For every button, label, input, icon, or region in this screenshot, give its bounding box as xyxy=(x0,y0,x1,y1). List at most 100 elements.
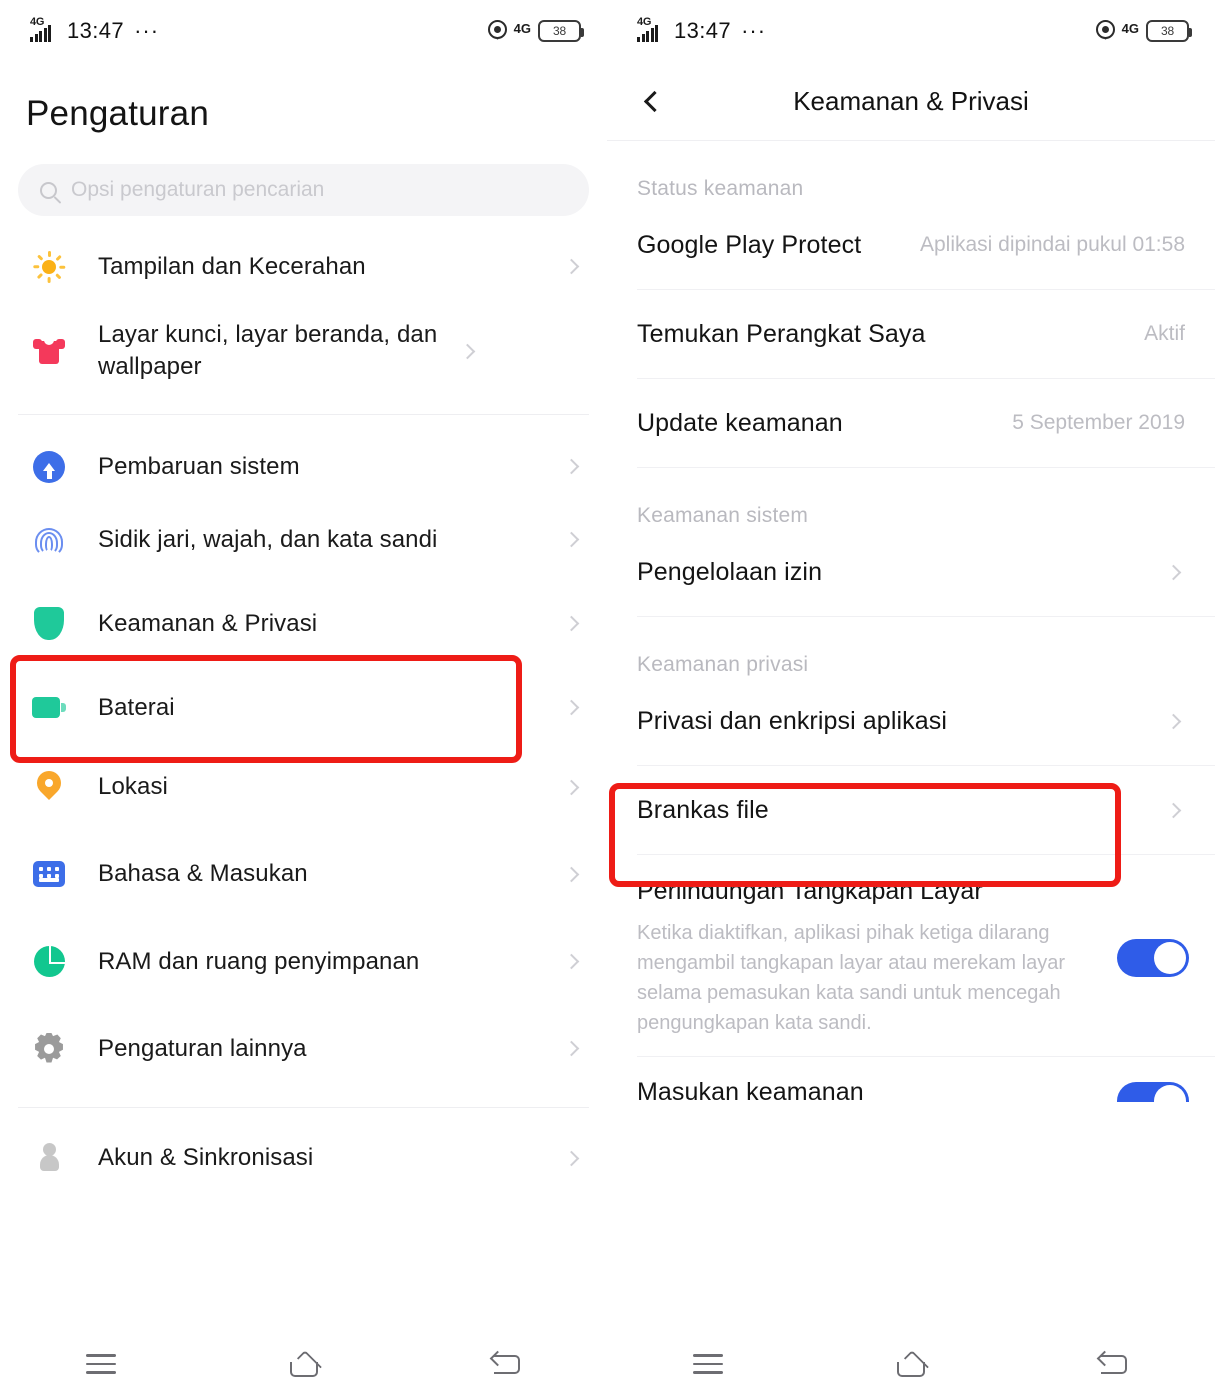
status-bar: 4G 13:47 ··· 4G 38 xyxy=(607,0,1215,62)
row-title: Temukan Perangkat Saya xyxy=(637,319,926,348)
row-brankas-file[interactable]: Brankas file xyxy=(607,766,1215,854)
screenshot-protection-toggle[interactable] xyxy=(1117,938,1189,977)
sidebar-item-baterai[interactable]: Baterai xyxy=(0,671,607,744)
toggle-knob xyxy=(1154,941,1186,974)
row-update-keamanan[interactable]: Update keamanan 5 September 2019 xyxy=(607,379,1215,467)
chevron-right-icon xyxy=(1165,713,1182,729)
status-bar-right: 4G 38 xyxy=(487,19,584,43)
sidebar-item-tampilan-dan-kecerahan[interactable]: Tampilan dan Kecerahan xyxy=(0,230,607,303)
sidebar-item-label: Pengaturan lainnya xyxy=(98,1034,307,1062)
row-title: Update keamanan xyxy=(637,408,843,437)
battery-level-label: 38 xyxy=(553,24,566,38)
back-icon[interactable] xyxy=(492,1352,522,1376)
sidebar-item-ram-penyimpanan[interactable]: RAM dan ruang penyimpanan xyxy=(0,918,607,1005)
chevron-right-icon xyxy=(563,458,580,475)
sidebar-item-label: Keamanan & Privasi xyxy=(98,609,318,637)
chevron-right-icon xyxy=(563,779,580,795)
row-temukan-perangkat-saya[interactable]: Temukan Perangkat Saya Aktif xyxy=(607,290,1215,378)
navigation-bar xyxy=(607,1331,1215,1397)
page-title: Pengaturan xyxy=(26,94,209,133)
status-bar-time: 13:47 xyxy=(674,18,732,43)
battery-icon: 38 xyxy=(1146,20,1192,42)
row-title: Brankas file xyxy=(637,795,769,824)
battery-icon: 38 xyxy=(538,20,584,42)
row-perlindungan-tangkapan-layar[interactable]: Perlindungan Tangkapan Layar Ketika diak… xyxy=(607,855,1215,1056)
location-pin-icon xyxy=(1095,19,1115,43)
account-icon xyxy=(26,1143,72,1173)
group-divider xyxy=(18,414,589,415)
sidebar-item-lokasi[interactable]: Lokasi xyxy=(0,744,607,830)
chevron-right-icon xyxy=(1165,564,1182,580)
sidebar-item-akun-sinkronisasi[interactable]: Akun & Sinkronisasi xyxy=(0,1123,607,1193)
chevron-right-icon xyxy=(563,953,580,970)
sidebar-item-keamanan-privasi[interactable]: Keamanan & Privasi xyxy=(0,576,607,671)
shield-icon xyxy=(26,607,72,640)
chevron-right-icon xyxy=(563,258,580,275)
sidebar-item-pembaruan-sistem[interactable]: Pembaruan sistem xyxy=(0,430,607,503)
home-icon[interactable] xyxy=(894,1351,928,1377)
settings-list: Tampilan dan Kecerahan Layar kunci, laya… xyxy=(0,230,607,1193)
home-icon[interactable] xyxy=(287,1351,321,1377)
search-icon xyxy=(40,181,57,199)
sidebar-item-layar-kunci[interactable]: Layar kunci, layar beranda, dan wallpape… xyxy=(0,303,607,399)
status-bar-time: 13:47 xyxy=(67,18,125,43)
gear-icon xyxy=(26,1033,72,1064)
sun-icon xyxy=(26,250,72,283)
network-type-label: 4G xyxy=(513,20,531,36)
chevron-right-icon xyxy=(563,866,580,882)
sidebar-item-label: RAM dan ruang penyimpanan xyxy=(98,947,420,975)
toggle-knob xyxy=(1154,1085,1186,1102)
navigation-bar xyxy=(0,1331,607,1397)
pie-chart-icon xyxy=(26,946,72,977)
row-title: Perlindungan Tangkapan Layar xyxy=(637,877,983,905)
chevron-right-icon xyxy=(563,699,580,716)
signal-icon: 4G xyxy=(637,16,667,44)
location-pin-icon xyxy=(26,765,72,804)
security-input-toggle[interactable] xyxy=(1117,1082,1189,1102)
row-privasi-dan-enkripsi-aplikasi[interactable]: Privasi dan enkripsi aplikasi xyxy=(607,677,1215,765)
row-masukan-keamanan[interactable]: Masukan keamanan xyxy=(607,1057,1215,1127)
section-header-keamanan-privasi: Keamanan privasi xyxy=(637,653,809,676)
row-title: Privasi dan enkripsi aplikasi xyxy=(637,706,947,735)
row-title: Masukan keamanan xyxy=(637,1077,864,1106)
section-header-status-keamanan: Status keamanan xyxy=(637,177,804,200)
row-description: Ketika diaktifkan, aplikasi pihak ketiga… xyxy=(637,922,1065,1034)
status-bar-left: 4G 13:47 ··· xyxy=(637,16,767,44)
sidebar-item-label: Pembaruan sistem xyxy=(98,452,300,480)
chevron-right-icon xyxy=(563,531,580,548)
battery-icon xyxy=(26,697,72,718)
sidebar-item-label: Sidik jari, wajah, dan kata sandi xyxy=(98,525,438,553)
sidebar-item-label: Bahasa & Masukan xyxy=(98,860,308,888)
chevron-right-icon xyxy=(563,1040,580,1057)
sidebar-item-label: Layar kunci, layar beranda, dan wallpape… xyxy=(98,321,438,380)
search-input[interactable]: Opsi pengaturan pencarian xyxy=(18,164,589,216)
row-google-play-protect[interactable]: Google Play Protect Aplikasi dipindai pu… xyxy=(607,201,1215,289)
system-update-icon xyxy=(26,450,72,483)
dual-screenshot-container: 4G 13:47 ··· 4G 38 Pengaturan Opsi penga… xyxy=(0,0,1215,1397)
status-bar-more-icon: ··· xyxy=(741,18,767,43)
back-icon[interactable] xyxy=(1099,1352,1129,1376)
recents-icon[interactable] xyxy=(85,1354,116,1374)
status-bar-left: 4G 13:47 ··· xyxy=(30,16,159,44)
app-bar: Keamanan & Privasi xyxy=(607,62,1215,140)
recents-icon[interactable] xyxy=(692,1354,723,1374)
location-pin-icon xyxy=(487,19,507,43)
row-value: Aktif xyxy=(1144,322,1185,345)
row-value: 5 September 2019 xyxy=(1012,411,1185,434)
search-placeholder: Opsi pengaturan pencarian xyxy=(71,178,325,201)
sidebar-item-label: Baterai xyxy=(98,693,175,721)
sidebar-item-bahasa-masukan[interactable]: Bahasa & Masukan xyxy=(0,830,607,918)
tshirt-icon xyxy=(26,336,72,366)
keyboard-icon xyxy=(26,861,72,887)
status-bar-right: 4G 38 xyxy=(1095,19,1192,43)
chevron-right-icon xyxy=(563,615,580,632)
sidebar-item-sidik-jari[interactable]: Sidik jari, wajah, dan kata sandi xyxy=(0,503,607,576)
battery-level-label: 38 xyxy=(1161,24,1174,38)
sidebar-item-label: Tampilan dan Kecerahan xyxy=(98,252,366,280)
chevron-right-icon xyxy=(1165,802,1182,818)
sidebar-item-label: Akun & Sinkronisasi xyxy=(98,1144,314,1172)
row-value: Aplikasi dipindai pukul 01:58 xyxy=(919,233,1185,256)
section-header-keamanan-sistem: Keamanan sistem xyxy=(637,504,809,527)
row-pengelolaan-izin[interactable]: Pengelolaan izin xyxy=(607,528,1215,616)
sidebar-item-pengaturan-lainnya[interactable]: Pengaturan lainnya xyxy=(0,1005,607,1092)
